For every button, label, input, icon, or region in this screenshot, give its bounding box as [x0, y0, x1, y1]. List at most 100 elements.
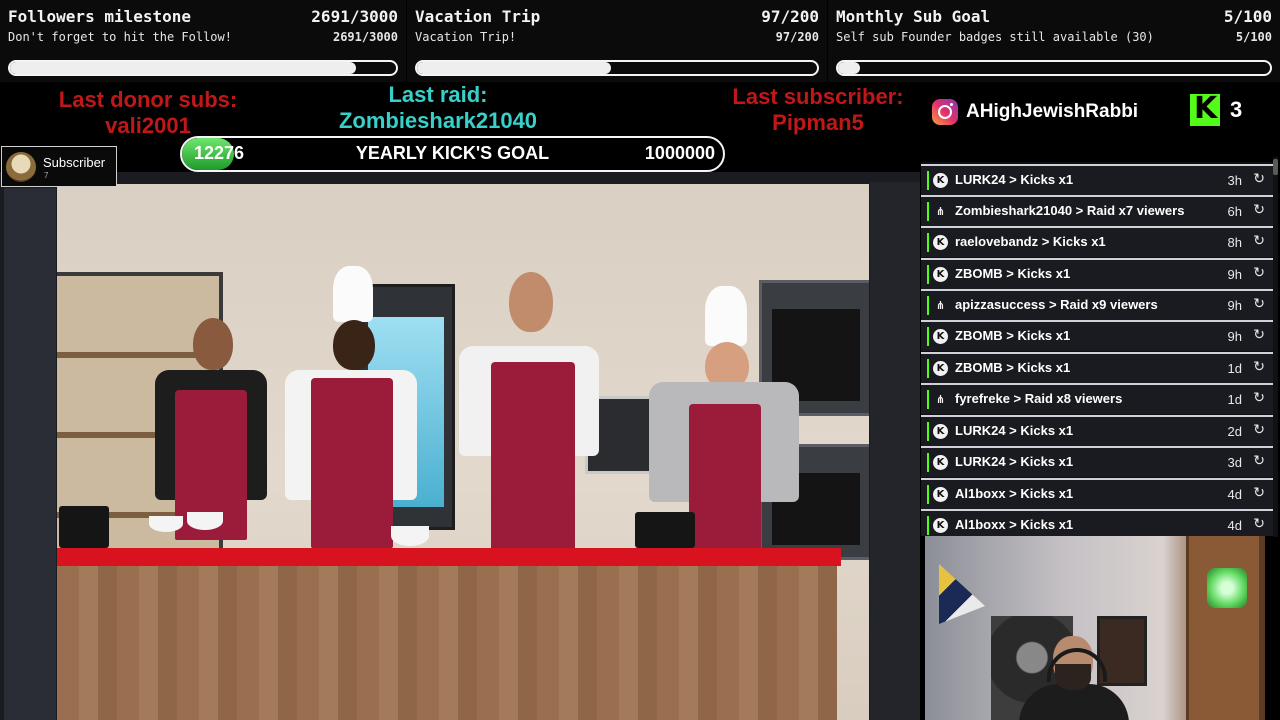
event-row: ⋔ Zombieshark21040 > Raid x7 viewers 6h …: [921, 195, 1273, 226]
goal-sub-count: 97/200: [775, 30, 819, 44]
instagram-handle[interactable]: AHighJewishRabbi: [932, 98, 1138, 126]
replay-icon[interactable]: ↻: [1253, 233, 1265, 249]
event-time: 3d: [1227, 455, 1242, 470]
replay-icon[interactable]: ↻: [1253, 171, 1265, 187]
recent-events-panel: K LURK24 > Kicks x1 3h ↻ ⋔ Zombieshark21…: [921, 162, 1273, 536]
kick-event-icon: K: [933, 361, 948, 376]
event-row: ⋔ fyrefreke > Raid x8 viewers 1d ↻: [921, 383, 1273, 414]
replay-icon[interactable]: ↻: [1253, 390, 1265, 406]
raid-event-icon: ⋔: [935, 299, 946, 312]
replay-icon[interactable]: ↻: [1253, 453, 1265, 469]
kick-logo-letter: K: [1194, 91, 1218, 126]
replay-icon[interactable]: ↻: [1253, 296, 1265, 312]
event-row: K ZBOMB > Kicks x1 1d ↻: [921, 352, 1273, 383]
goal-title: Followers milestone: [8, 7, 192, 26]
goal-count: 5/100: [1223, 7, 1272, 26]
event-row: K Al1boxx > Kicks x1 4d ↻: [921, 478, 1273, 509]
webcam-feed: [925, 536, 1265, 720]
subscriber-badge: Subscriber 7: [1, 146, 117, 187]
event-text: ZBOMB > Kicks x1: [955, 328, 1071, 343]
yearly-goal-target: 1000000: [644, 143, 715, 163]
event-row: ⋔ apizzasuccess > Raid x9 viewers 9h ↻: [921, 289, 1273, 320]
last-raid-info: Last raid: Zombieshark21040: [330, 82, 546, 134]
instagram-handle-text: AHighJewishRabbi: [966, 101, 1139, 122]
event-time: 9h: [1227, 298, 1242, 313]
replay-icon[interactable]: ↻: [1253, 422, 1265, 438]
cam-flag: [939, 564, 985, 624]
goal-subtitle: Don't forget to hit the Follow!: [8, 30, 232, 44]
scrollbar-thumb[interactable]: [1273, 159, 1278, 175]
kick-event-icon: K: [933, 487, 948, 502]
replay-icon[interactable]: ↻: [1253, 359, 1265, 375]
kick-logo-icon: K: [1190, 91, 1220, 126]
event-text: LURK24 > Kicks x1: [955, 423, 1074, 438]
events-scrollbar[interactable]: [1273, 157, 1278, 537]
last-raid-label: Last raid:: [388, 82, 488, 107]
goal-progress-fill: [838, 62, 860, 74]
event-row: K ZBOMB > Kicks x1 9h ↻: [921, 258, 1273, 289]
event-time: 4d: [1227, 518, 1242, 533]
event-time: 3h: [1227, 173, 1242, 188]
goal-sub-count: 2691/3000: [332, 30, 398, 44]
instagram-icon: [932, 99, 958, 125]
event-text: fyrefreke > Raid x8 viewers: [955, 391, 1123, 406]
cam-door: [1186, 536, 1259, 720]
event-text: apizzasuccess > Raid x9 viewers: [955, 297, 1158, 312]
bowl: [391, 526, 429, 546]
kick-event-icon: K: [933, 173, 948, 188]
event-row: K LURK24 > Kicks x1 2d ↻: [921, 415, 1273, 446]
event-time: 9h: [1227, 267, 1242, 282]
replay-icon[interactable]: ↻: [1253, 202, 1265, 218]
event-row: K LURK24 > Kicks x1 3d ↻: [921, 446, 1273, 477]
subscriber-label: Subscriber: [43, 155, 106, 170]
last-subscriber-info: Last subscriber: Pipman5: [705, 84, 931, 136]
raid-event-icon: ⋔: [935, 393, 946, 406]
video-player[interactable]: [57, 184, 869, 720]
event-row: K LURK24 > Kicks x1 3h ↻: [921, 164, 1273, 195]
last-donor-info: Last donor subs: vali2001: [40, 87, 256, 139]
counter-top: [57, 548, 841, 566]
cam-lamp: [1207, 568, 1247, 608]
pot: [635, 512, 695, 548]
goal-progress-fill: [10, 62, 357, 74]
replay-icon[interactable]: ↻: [1253, 327, 1265, 343]
counter-front: [57, 566, 837, 720]
goal-sub-count: 5/100: [1235, 30, 1272, 44]
event-time: 1d: [1227, 361, 1242, 376]
event-time: 6h: [1227, 204, 1242, 219]
goal-followers: Followers milestone 2691/3000 Don't forg…: [0, 0, 406, 82]
event-time: 1d: [1227, 392, 1242, 407]
replay-icon[interactable]: ↻: [1253, 485, 1265, 501]
bowl: [187, 512, 223, 530]
bowl: [149, 516, 183, 532]
goal-vacation: Vacation Trip 97/200 Vacation Trip! 97/2…: [407, 0, 827, 82]
replay-icon[interactable]: ↻: [1253, 516, 1265, 532]
kick-count: 3: [1230, 97, 1243, 122]
yearly-goal-label: YEARLY KICK'S GOAL: [355, 143, 550, 163]
last-raid-value: Zombieshark21040: [338, 108, 538, 133]
kick-event-icon: K: [933, 518, 948, 533]
event-text: ZBOMB > Kicks x1: [955, 360, 1071, 375]
yearly-goal-bar: 12276 YEARLY KICK'S GOAL 1000000: [180, 136, 725, 172]
event-text: Al1boxx > Kicks x1: [955, 486, 1074, 501]
chef-figure: [457, 272, 607, 562]
goal-count: 97/200: [761, 7, 819, 26]
last-subscriber-value: Pipman5: [772, 110, 864, 135]
stage-right-panel: [870, 182, 920, 720]
goal-title: Vacation Trip: [415, 7, 541, 26]
event-text: LURK24 > Kicks x1: [955, 172, 1074, 187]
pot: [59, 506, 109, 548]
event-time: 4d: [1227, 487, 1242, 502]
kick-event-icon: K: [933, 235, 948, 250]
event-time: 8h: [1227, 235, 1242, 250]
kick-event-icon: K: [933, 455, 948, 470]
event-time: 9h: [1227, 329, 1242, 344]
goal-progress-fill: [417, 62, 611, 74]
event-text: Zombieshark21040 > Raid x7 viewers: [955, 203, 1185, 218]
kick-counter: K 3: [1190, 91, 1243, 126]
event-text: ZBOMB > Kicks x1: [955, 266, 1071, 281]
stage-left-panel: [4, 188, 56, 720]
last-subscriber-label: Last subscriber:: [732, 84, 904, 109]
replay-icon[interactable]: ↻: [1253, 265, 1265, 281]
event-text: Al1boxx > Kicks x1: [955, 517, 1074, 532]
